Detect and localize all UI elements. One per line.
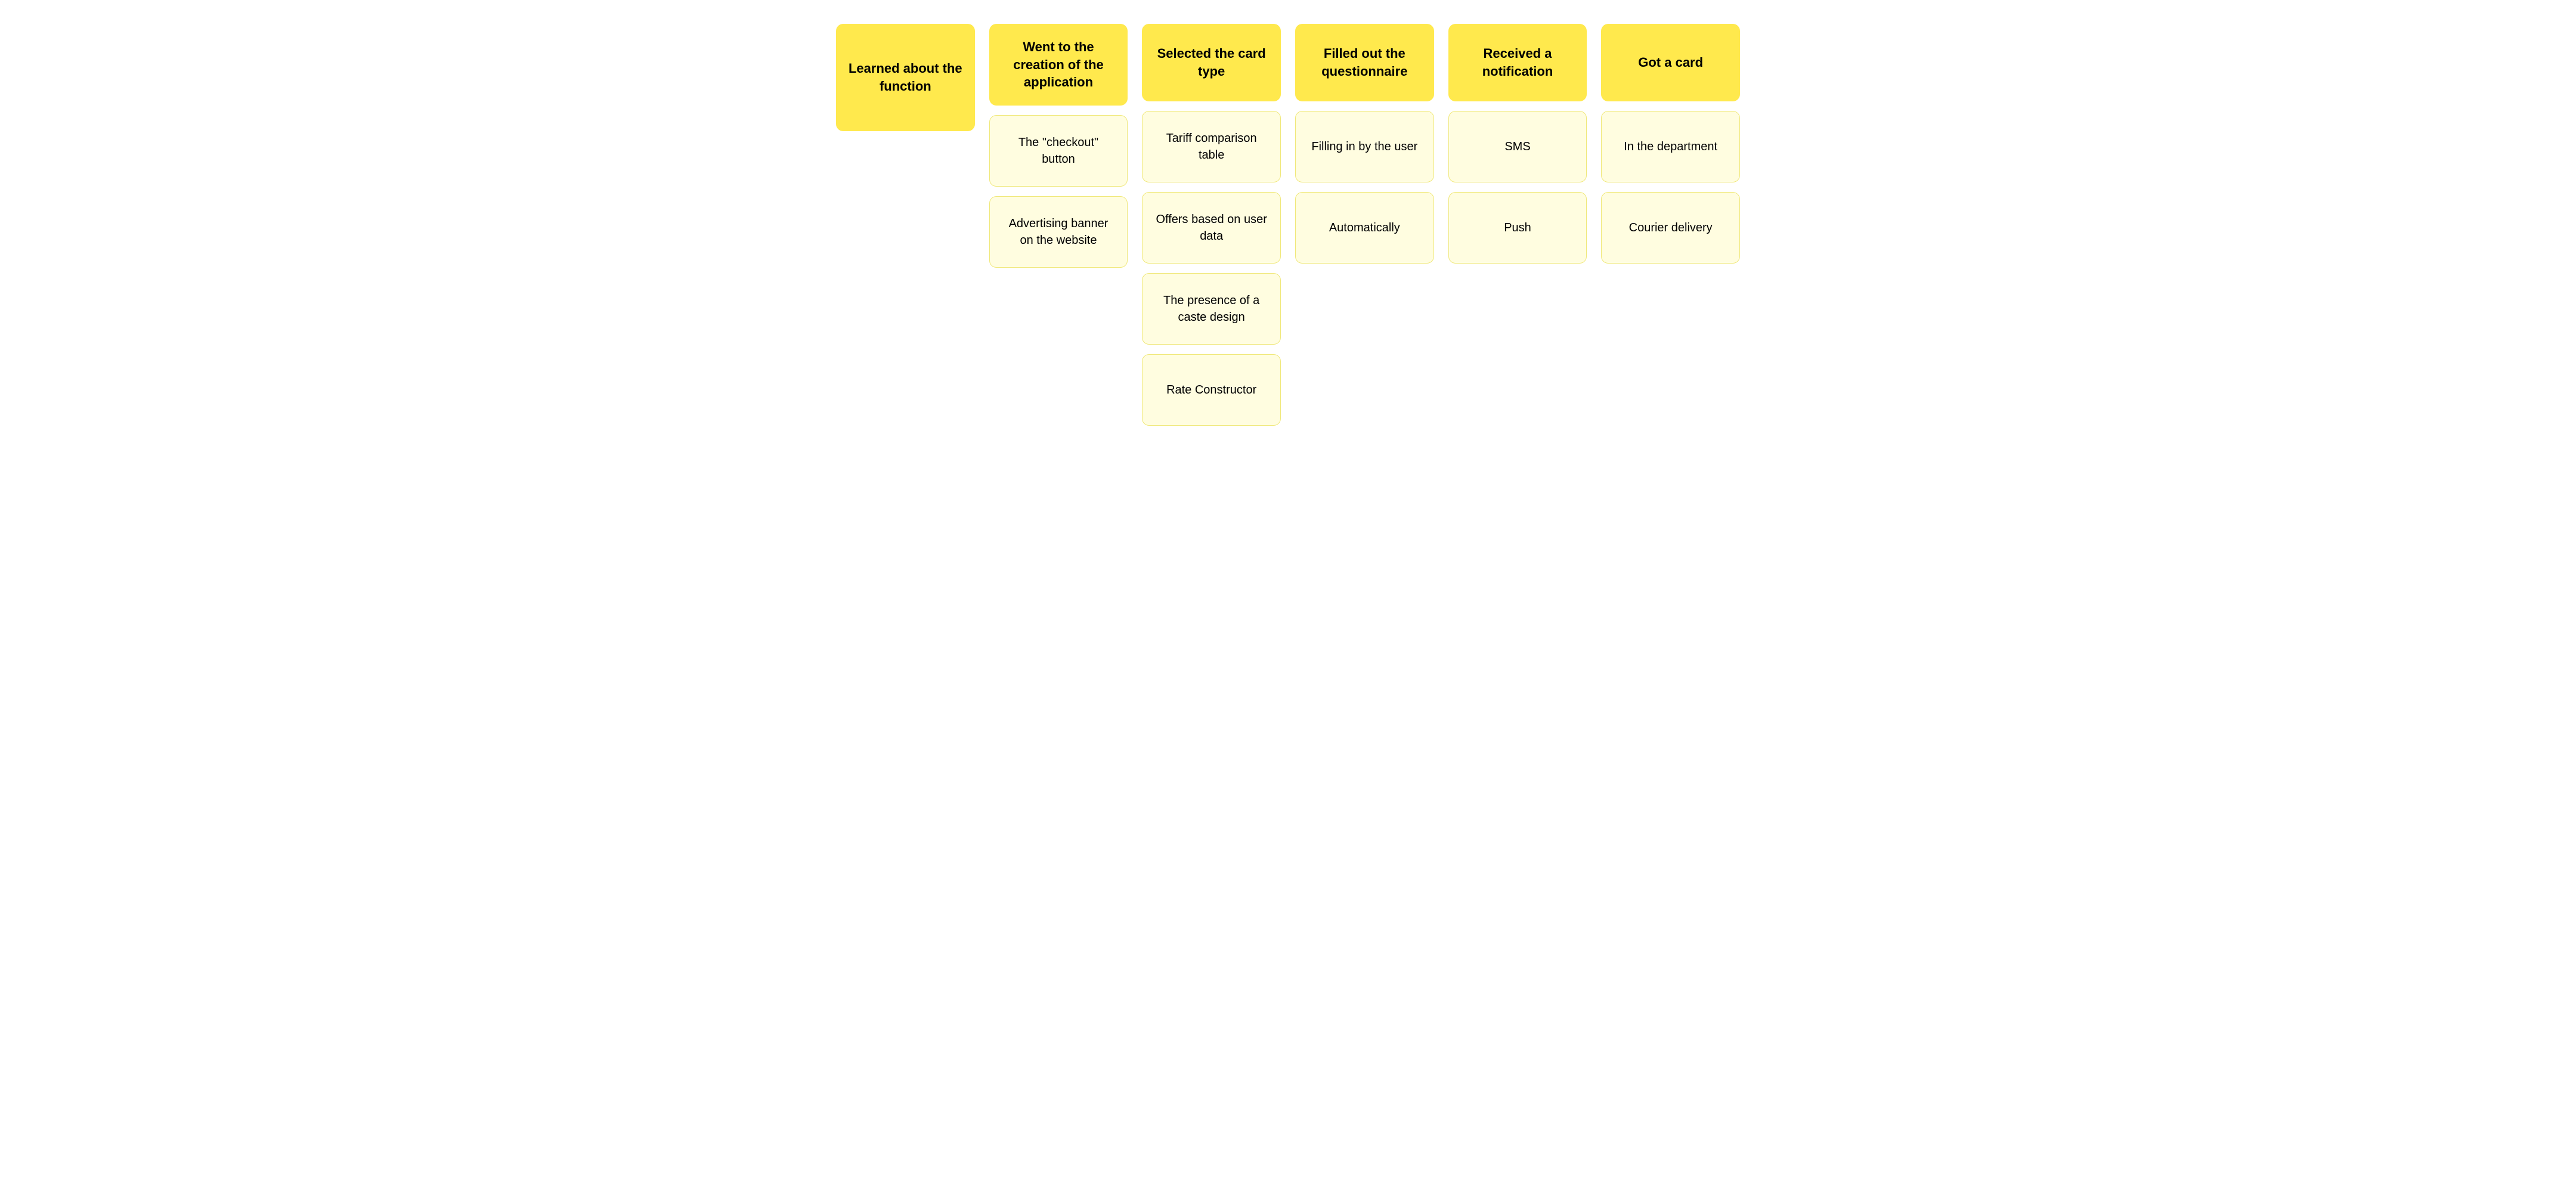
- header-col-learned: Learned about the function: [836, 24, 975, 131]
- item-col-filled-1: Automatically: [1295, 192, 1434, 264]
- column-col-received: Received a notification SMS Push: [1441, 24, 1594, 456]
- column-col-filled: Filled out the questionnaire Filling in b…: [1288, 24, 1441, 456]
- column-col-went: Went to the creation of the application T…: [982, 24, 1135, 456]
- item-col-selected-3: Rate Constructor: [1142, 354, 1281, 426]
- item-col-received-1: Push: [1448, 192, 1587, 264]
- header-col-went: Went to the creation of the application: [989, 24, 1128, 106]
- header-col-filled: Filled out the questionnaire: [1295, 24, 1434, 101]
- spacer-col-received-1: [1448, 354, 1587, 426]
- spacer-col-got-1: [1601, 354, 1740, 426]
- item-col-selected-2: The presence of a caste design: [1142, 273, 1281, 345]
- spacer-col-learned-2: [836, 303, 975, 374]
- item-col-went-1: Advertising banner on the website: [989, 196, 1128, 268]
- column-col-got: Got a card In the department Courier deliv…: [1594, 24, 1747, 456]
- column-col-learned: Learned about the function: [829, 24, 982, 456]
- item-col-got-0: In the department: [1601, 111, 1740, 182]
- spacer-col-filled-0: [1295, 273, 1434, 345]
- header-col-got: Got a card: [1601, 24, 1740, 101]
- spacer-col-filled-1: [1295, 354, 1434, 426]
- item-col-went-0: The "checkout" button: [989, 115, 1128, 187]
- spacer-col-got-0: [1601, 273, 1740, 345]
- spacer-col-learned-1: [836, 222, 975, 293]
- spacer-col-learned-3: [836, 384, 975, 456]
- item-col-got-1: Courier delivery: [1601, 192, 1740, 264]
- item-col-filled-0: Filling in by the user: [1295, 111, 1434, 182]
- item-col-selected-0: Tariff comparison table: [1142, 111, 1281, 182]
- header-col-received: Received a notification: [1448, 24, 1587, 101]
- spacer-col-learned-0: [836, 141, 975, 212]
- spacer-col-received-0: [1448, 273, 1587, 345]
- column-col-selected: Selected the card type Tariff comparison …: [1135, 24, 1288, 456]
- item-col-received-0: SMS: [1448, 111, 1587, 182]
- main-grid: Learned about the functionWent to the cr…: [829, 24, 1747, 456]
- item-col-selected-1: Offers based on user data: [1142, 192, 1281, 264]
- header-col-selected: Selected the card type: [1142, 24, 1281, 101]
- spacer-col-went-1: [989, 358, 1128, 430]
- spacer-col-went-0: [989, 277, 1128, 349]
